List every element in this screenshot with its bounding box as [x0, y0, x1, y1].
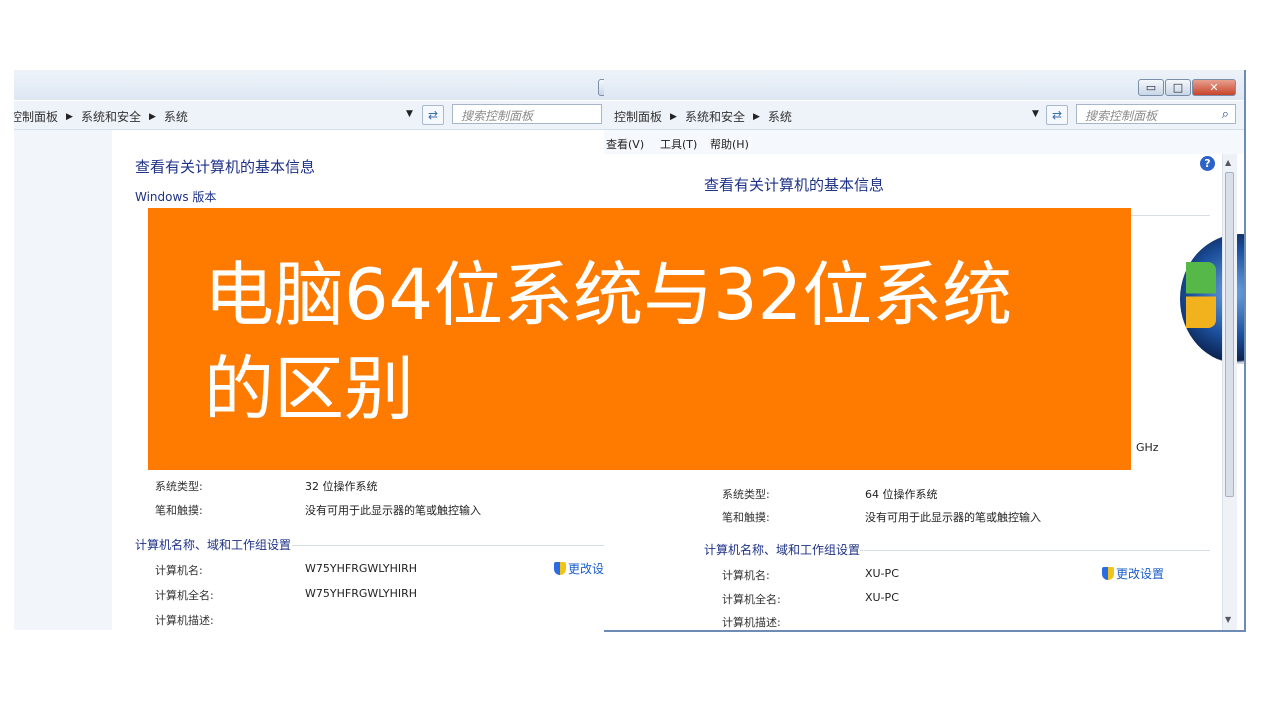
- computer-name-section: 计算机名称、域和工作组设置: [704, 543, 861, 557]
- chevron-right-icon: ▶: [670, 111, 677, 122]
- scroll-up-icon[interactable]: ▲: [1225, 158, 1231, 167]
- full-name-label: 计算机全名:: [722, 593, 781, 606]
- cpu-speed-unit: GHz: [1136, 441, 1159, 454]
- search-input[interactable]: 搜索控制面板 ⌕: [1076, 104, 1236, 124]
- windows-edition-heading: Windows 版本: [135, 190, 217, 204]
- chevron-right-icon: ▶: [66, 111, 73, 122]
- scrollbar-thumb[interactable]: [1225, 172, 1234, 497]
- system-type-value: 32 位操作系统: [305, 480, 378, 493]
- search-input[interactable]: 搜索控制面板: [452, 104, 602, 124]
- pen-touch-value: 没有可用于此显示器的笔或触控输入: [305, 504, 481, 517]
- windows-flag-icon: [1186, 262, 1216, 328]
- full-name-value: XU-PC: [865, 591, 899, 604]
- change-settings-link[interactable]: 更改设置: [1102, 565, 1164, 582]
- breadcrumb-item[interactable]: 系统: [768, 108, 792, 125]
- close-button[interactable]: ✕: [1192, 79, 1236, 96]
- breadcrumb-item[interactable]: 系统: [164, 108, 188, 125]
- system-type-value: 64 位操作系统: [865, 488, 938, 501]
- address-bar[interactable]: 控制面板 ▶ 系统和安全 ▶ 系统 ▼ ⇄ 搜索控制面板: [14, 101, 704, 130]
- computer-name-value: XU-PC: [865, 567, 899, 580]
- title-banner: 电脑64位系统与32位系统 的区别: [148, 208, 1131, 470]
- menu-view[interactable]: 查看(V): [606, 136, 644, 152]
- system-type-label: 系统类型:: [722, 488, 770, 501]
- breadcrumb-item[interactable]: 控制面板: [14, 108, 58, 125]
- shield-icon: [1102, 567, 1114, 580]
- scroll-down-icon[interactable]: ▼: [1225, 615, 1231, 624]
- window-controls: ▭ □ ✕: [1138, 79, 1236, 96]
- scrollbar[interactable]: ▲ ▼: [1222, 154, 1237, 630]
- computer-name-label: 计算机名:: [155, 564, 203, 577]
- navigation-pane: [14, 130, 112, 630]
- titlebar: ▭ □ ✕: [604, 70, 1244, 100]
- chevron-down-icon[interactable]: ▼: [406, 109, 413, 119]
- chevron-right-icon: ▶: [752, 111, 760, 122]
- maximize-button[interactable]: □: [1165, 79, 1191, 96]
- banner-title-line-2: 的区别: [204, 348, 414, 430]
- change-settings-label: 更改设置: [1116, 567, 1165, 581]
- full-name-label: 计算机全名:: [155, 589, 214, 602]
- menu-tools[interactable]: 工具(T): [660, 136, 697, 152]
- breadcrumb-item[interactable]: 系统和安全: [685, 108, 745, 125]
- system-type-label: 系统类型:: [155, 480, 203, 493]
- banner-title-line-1: 电脑64位系统与32位系统: [204, 254, 1013, 336]
- menu-help[interactable]: 帮助(H): [710, 136, 749, 152]
- chevron-down-icon[interactable]: ▼: [1032, 109, 1039, 119]
- page-title: 查看有关计算机的基本信息: [704, 176, 885, 194]
- search-icon[interactable]: ⌕: [1222, 107, 1229, 122]
- page-title: 查看有关计算机的基本信息: [135, 158, 316, 176]
- description-label: 计算机描述:: [722, 616, 781, 629]
- computer-name-value: W75YHFRGWLYHIRH: [305, 562, 418, 575]
- computer-name-section: 计算机名称、域和工作组设置: [135, 538, 292, 552]
- search-placeholder: 搜索控制面板: [1085, 109, 1158, 123]
- refresh-icon[interactable]: ⇄: [1046, 105, 1068, 125]
- titlebar: ▭ □ ✕: [14, 70, 704, 100]
- chevron-right-icon: ▶: [148, 111, 156, 122]
- breadcrumb-item[interactable]: 系统和安全: [81, 108, 141, 125]
- pen-touch-label: 笔和触摸:: [722, 511, 770, 524]
- divider: [860, 550, 1210, 551]
- refresh-icon[interactable]: ⇄: [422, 105, 444, 125]
- breadcrumb-item[interactable]: 控制面板: [614, 108, 662, 125]
- breadcrumb: 控制面板 ▶ 系统和安全 ▶ 系统: [614, 108, 792, 125]
- pen-touch-value: 没有可用于此显示器的笔或触控输入: [865, 511, 1041, 524]
- search-placeholder: 搜索控制面板: [461, 109, 534, 123]
- pen-touch-label: 笔和触摸:: [155, 504, 203, 517]
- computer-name-label: 计算机名:: [722, 569, 770, 582]
- address-bar[interactable]: 控制面板 ▶ 系统和安全 ▶ 系统 ▼ ⇄ 搜索控制面板 ⌕: [604, 101, 1244, 130]
- menu-bar: 查看(V) 工具(T) 帮助(H): [604, 130, 1244, 154]
- description-label: 计算机描述:: [155, 614, 214, 627]
- full-name-value: W75YHFRGWLYHIRH: [305, 587, 418, 600]
- help-icon[interactable]: ?: [1200, 156, 1215, 171]
- breadcrumb: 控制面板 ▶ 系统和安全 ▶ 系统: [14, 108, 188, 125]
- minimize-button[interactable]: ▭: [1138, 79, 1164, 96]
- shield-icon: [554, 562, 566, 575]
